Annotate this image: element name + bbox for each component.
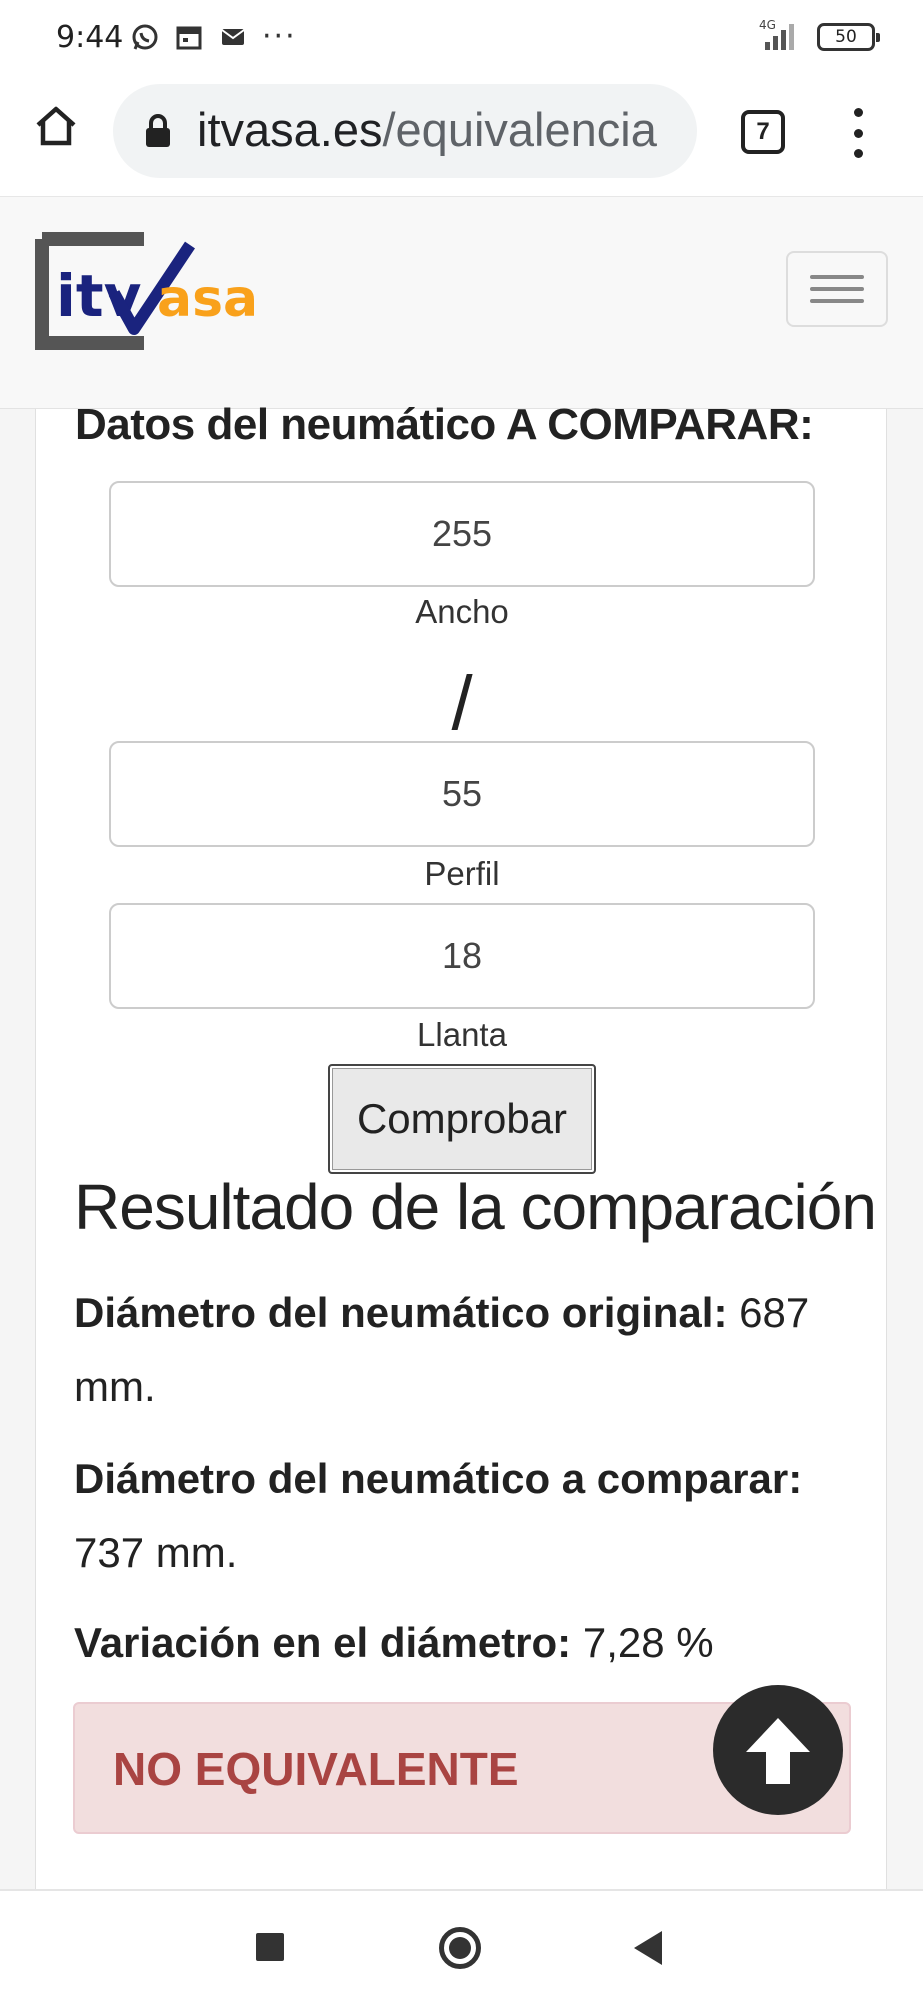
status-time: 9:44 <box>56 20 124 55</box>
browser-toolbar: itvasa.es/equivalencia 7 <box>0 80 923 196</box>
width-input[interactable]: 255 <box>109 481 815 587</box>
more-dots-icon: ··· <box>262 19 297 54</box>
compare-diameter-row: Diámetro del neumático a comparar: 737 m… <box>74 1442 844 1590</box>
url-domain: itvasa.es <box>197 103 383 156</box>
itvasa-logo[interactable]: itv asa <box>34 231 284 351</box>
nav-toggle-button[interactable] <box>786 251 888 327</box>
comprobar-button[interactable]: Comprobar <box>328 1064 596 1174</box>
battery-level: 50 <box>835 27 857 47</box>
recent-apps-icon[interactable] <box>256 1933 284 1961</box>
url-path: /equivalencia <box>382 103 657 156</box>
signal-icon: 4G <box>755 18 803 52</box>
variation-label: Variación en el diámetro: <box>74 1619 572 1666</box>
profile-input[interactable]: 55 <box>109 741 815 847</box>
width-label: Ancho <box>415 593 509 630</box>
scroll-to-top-button[interactable] <box>713 1685 843 1815</box>
verdict-text: NO EQUIVALENTE <box>113 1743 519 1795</box>
home-icon <box>36 106 76 146</box>
system-nav-bar <box>0 1889 923 2000</box>
whatsapp-icon <box>130 22 160 52</box>
status-notification-icons: ··· <box>130 22 297 52</box>
back-icon[interactable] <box>634 1931 662 1965</box>
home-button[interactable] <box>32 102 80 150</box>
rim-label: Llanta <box>417 1016 507 1053</box>
status-bar: 9:44 ··· 4G 50 <box>0 0 923 80</box>
section-title: Datos del neumático A COMPARAR: <box>75 400 814 449</box>
tab-count: 7 <box>756 118 770 145</box>
status-system-icons: 4G 50 <box>755 18 880 52</box>
url-text: itvasa.es/equivalencia <box>197 102 657 157</box>
compare-diameter-label: Diámetro del neumático a comparar: <box>74 1455 803 1502</box>
original-diameter-row: Diámetro del neumático original: 687 mm. <box>74 1276 844 1424</box>
lock-icon <box>146 114 170 147</box>
variation-row: Variación en el diámetro: 7,28 % <box>74 1606 844 1680</box>
original-diameter-label: Diámetro del neumático original: <box>74 1289 728 1336</box>
variation-value: 7,28 % <box>582 1619 714 1666</box>
tab-switcher-button[interactable]: 7 <box>741 110 785 154</box>
logo-text-asa: asa <box>157 269 258 329</box>
network-type: 4G <box>759 18 776 32</box>
compare-diameter-value: 737 mm. <box>74 1529 238 1576</box>
site-header: itv asa <box>0 196 923 409</box>
arrow-up-icon <box>746 1718 810 1784</box>
mail-icon <box>218 22 248 52</box>
calendar-icon <box>174 22 204 52</box>
battery-icon: 50 <box>817 23 880 51</box>
separator-slash: / <box>451 661 473 746</box>
results-heading: Resultado de la comparación <box>74 1171 877 1243</box>
nav-home-icon[interactable] <box>439 1927 481 1969</box>
browser-menu-button[interactable] <box>838 108 878 158</box>
rim-input[interactable]: 18 <box>109 903 815 1009</box>
address-bar[interactable]: itvasa.es/equivalencia <box>113 84 697 178</box>
profile-label: Perfil <box>424 855 500 892</box>
